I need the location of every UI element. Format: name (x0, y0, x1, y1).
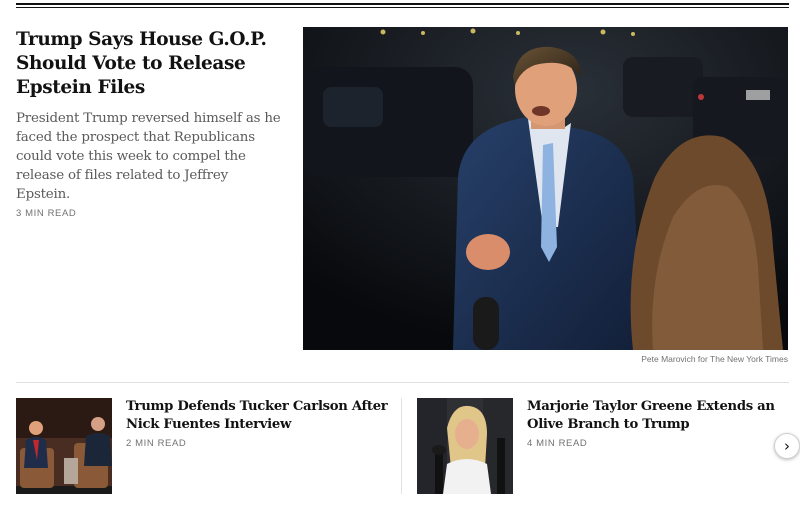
related-story-text: Trump Defends Tucker Carlson After Nick … (126, 398, 394, 449)
related-headline[interactable]: Trump Defends Tucker Carlson After Nick … (126, 398, 394, 434)
related-read-time: 2 MIN READ (126, 438, 187, 449)
column-divider (401, 398, 402, 494)
chevron-right-icon: › (784, 436, 790, 455)
lead-headline[interactable]: Trump Says House G.O.P. Should Vote to R… (16, 28, 284, 100)
related-read-time: 4 MIN READ (527, 438, 588, 449)
masthead-rule (16, 3, 789, 5)
related-headline[interactable]: Marjorie Taylor Greene Extends an Olive … (527, 398, 795, 434)
lead-image[interactable] (303, 27, 788, 350)
lead-story: Trump Says House G.O.P. Should Vote to R… (16, 28, 284, 219)
lead-read-time: 3 MIN READ (16, 208, 77, 219)
section-divider (16, 382, 789, 383)
masthead-rule-thin (16, 7, 789, 8)
story-thumbnail[interactable] (417, 398, 513, 494)
story-thumbnail[interactable] (16, 398, 112, 494)
image-credit: Pete Marovich for The New York Times (641, 354, 788, 364)
carousel-next-button[interactable]: › (774, 433, 800, 459)
lead-summary: President Trump reversed himself as he f… (16, 111, 281, 202)
related-story-text: Marjorie Taylor Greene Extends an Olive … (527, 398, 795, 449)
